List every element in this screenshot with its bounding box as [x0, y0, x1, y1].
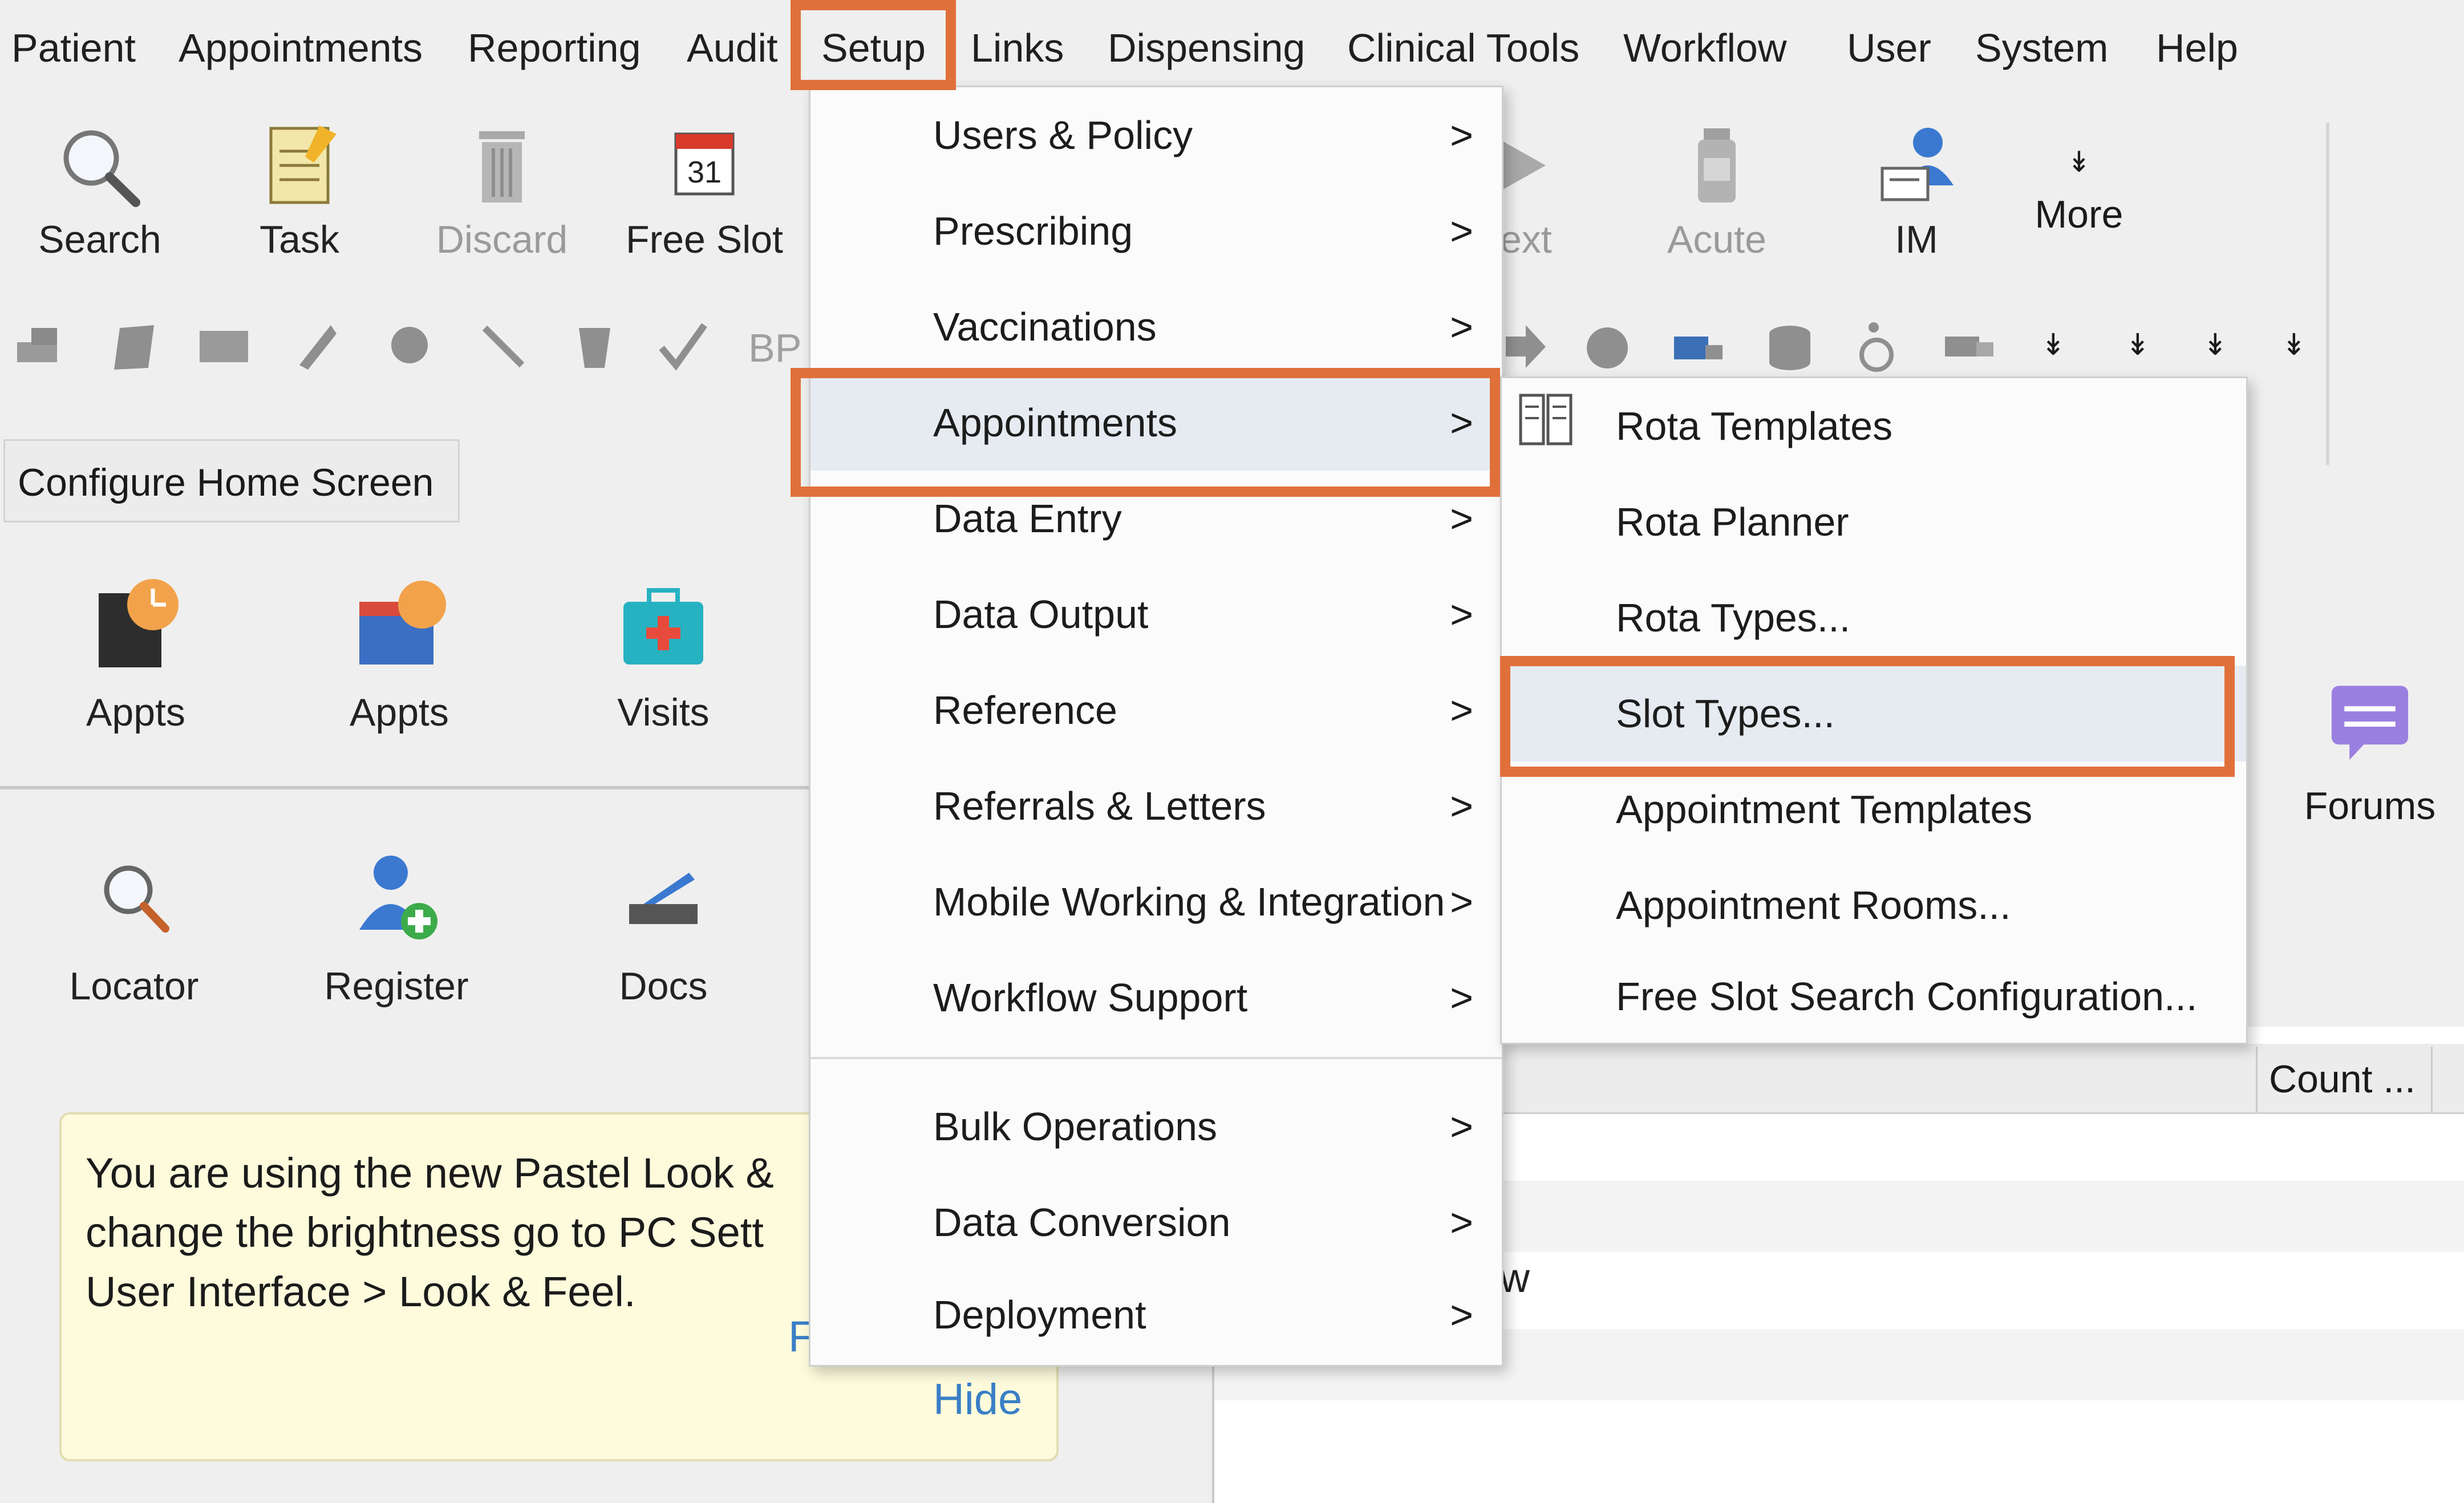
menu-bar: Patient Appointments Reporting Audit Set… [0, 0, 2464, 91]
chevron-right-icon: > [1450, 209, 1473, 253]
circle-icon[interactable] [1580, 319, 1634, 374]
ambulance-icon[interactable] [1671, 319, 1725, 374]
cup-icon[interactable] [568, 319, 622, 374]
appts-tile-1[interactable]: Appts [22, 570, 250, 735]
clock-book-icon [99, 579, 179, 667]
locator-tile[interactable]: Locator [20, 844, 248, 1008]
appts-tile-2[interactable]: Appts [285, 570, 513, 735]
task-notepad-icon [269, 125, 337, 204]
chevron-right-icon: > [1450, 305, 1473, 349]
forum-chat-icon [2331, 686, 2409, 760]
menu-workflow[interactable]: Workflow [1623, 21, 1787, 75]
forums-tile[interactable]: Forums [2276, 673, 2464, 828]
chevron-right-icon: > [1450, 592, 1473, 637]
trash-can-icon [479, 131, 525, 202]
menu-item-mobile-working[interactable]: Mobile Working & Integration > [810, 854, 1502, 950]
bp-icon[interactable]: BP [748, 325, 801, 371]
menu-item-vaccinations[interactable]: Vaccinations > [810, 279, 1502, 375]
im-button[interactable]: IM [1819, 123, 2013, 262]
chevron-right-icon: > [1450, 688, 1473, 732]
menu-item-referrals-letters[interactable]: Referrals & Letters > [810, 758, 1502, 854]
database-icon[interactable] [1762, 319, 1817, 374]
task-button[interactable]: Task [202, 123, 396, 262]
menu-item-data-conversion[interactable]: Data Conversion > [810, 1174, 1502, 1270]
menu-help[interactable]: Help [2156, 21, 2238, 75]
menu-separator [810, 1057, 1502, 1059]
menu-links[interactable]: Links [971, 21, 1064, 75]
overflow-chevron-icon[interactable]: ↡ [2041, 328, 2066, 362]
count-column-header[interactable]: Count ... [2256, 1047, 2433, 1112]
stamp-icon[interactable] [11, 319, 66, 374]
chevron-right-icon: > [1450, 1293, 1473, 1337]
chevron-right-icon: > [1450, 784, 1473, 828]
submenu-item-free-slot-search-config[interactable]: Free Slot Search Configuration... [1502, 949, 2246, 1044]
slot-types-highlight-box [1500, 656, 2235, 777]
check-pen-icon[interactable] [656, 319, 710, 374]
submenu-item-appointment-rooms[interactable]: Appointment Rooms... [1502, 857, 2246, 953]
submenu-item-rota-planner[interactable]: Rota Planner [1502, 474, 2246, 570]
menu-item-workflow-support[interactable]: Workflow Support > [810, 950, 1502, 1046]
chevron-right-icon: > [1450, 975, 1473, 1020]
section-divider [0, 786, 810, 789]
chevron-right-icon: > [1450, 1104, 1473, 1149]
wheelchair-icon[interactable] [1851, 319, 1905, 374]
head-profile-icon[interactable] [382, 319, 436, 374]
setup-dropdown-menu: Users & Policy > Prescribing > Vaccinati… [809, 86, 1503, 1367]
menu-system[interactable]: System [1975, 21, 2108, 75]
free-slot-button[interactable]: 31 Free Slot [607, 123, 801, 262]
card-icon[interactable] [197, 319, 251, 374]
menu-appointments[interactable]: Appointments [179, 21, 423, 75]
hide-link[interactable]: Hide [933, 1375, 1022, 1424]
menu-item-deployment[interactable]: Deployment > [810, 1267, 1502, 1363]
menu-user[interactable]: User [1847, 21, 1931, 75]
setup-highlight-box [791, 0, 956, 90]
notice-message: You are using the new Pastel Look & chan… [86, 1149, 774, 1315]
truck-icon[interactable] [1942, 319, 1996, 374]
chevron-right-icon: > [1450, 880, 1473, 924]
search-icon [63, 130, 140, 207]
register-tile[interactable]: Register [282, 844, 510, 1008]
table-cell: w [1500, 1255, 1530, 1301]
svg-text:31: 31 [687, 155, 722, 189]
toolbar-divider [2326, 123, 2329, 465]
magnifier-icon [104, 865, 169, 933]
menu-reporting[interactable]: Reporting [468, 21, 641, 75]
scalpel-icon[interactable] [476, 319, 530, 374]
search-button[interactable]: Search [3, 123, 197, 262]
menu-item-users-policy[interactable]: Users & Policy > [810, 87, 1502, 183]
menu-item-bulk-operations[interactable]: Bulk Operations > [810, 1079, 1502, 1174]
chevron-right-icon: > [1450, 113, 1473, 157]
menu-patient[interactable]: Patient [11, 21, 136, 75]
visits-tile[interactable]: Visits [549, 570, 777, 735]
overflow-chevron-icon[interactable]: ↡ [2281, 328, 2307, 362]
instant-message-icon [1881, 128, 1954, 201]
pill-bottle-icon [1698, 128, 1736, 202]
calendar-icon: 31 [674, 132, 735, 196]
arrow-right-icon[interactable] [1497, 319, 1551, 374]
notebook-icon[interactable] [106, 319, 160, 374]
menu-item-data-output[interactable]: Data Output > [810, 566, 1502, 662]
medical-bag-icon [623, 588, 703, 665]
chevron-right-icon: > [1450, 1200, 1473, 1245]
syringe-icon[interactable] [288, 319, 342, 374]
menu-item-reference[interactable]: Reference > [810, 662, 1502, 758]
menu-item-prescribing[interactable]: Prescribing > [810, 183, 1502, 279]
more-button[interactable]: ↡ More [2031, 145, 2127, 237]
menu-dispensing[interactable]: Dispensing [1108, 21, 1305, 75]
appointments-highlight-box [791, 368, 1500, 497]
submenu-item-rota-templates[interactable]: Rota Templates [1502, 378, 2246, 474]
discard-button[interactable]: Discard [405, 123, 599, 262]
menu-audit[interactable]: Audit [687, 21, 778, 75]
acute-button[interactable]: Acute [1620, 123, 1814, 262]
scanner-icon [629, 873, 698, 924]
overflow-chevron-icon[interactable]: ↡ [2125, 328, 2150, 362]
submenu-item-rota-types[interactable]: Rota Types... [1502, 570, 2246, 666]
docs-tile[interactable]: Docs [549, 844, 777, 1008]
configure-home-screen-button[interactable]: Configure Home Screen [3, 439, 460, 522]
menu-clinical-tools[interactable]: Clinical Tools [1347, 21, 1579, 75]
more-chevron-icon: ↡ [2067, 146, 2091, 178]
calendar-clock-icon [359, 581, 446, 665]
add-user-icon [359, 856, 437, 939]
overflow-chevron-icon[interactable]: ↡ [2203, 328, 2228, 362]
